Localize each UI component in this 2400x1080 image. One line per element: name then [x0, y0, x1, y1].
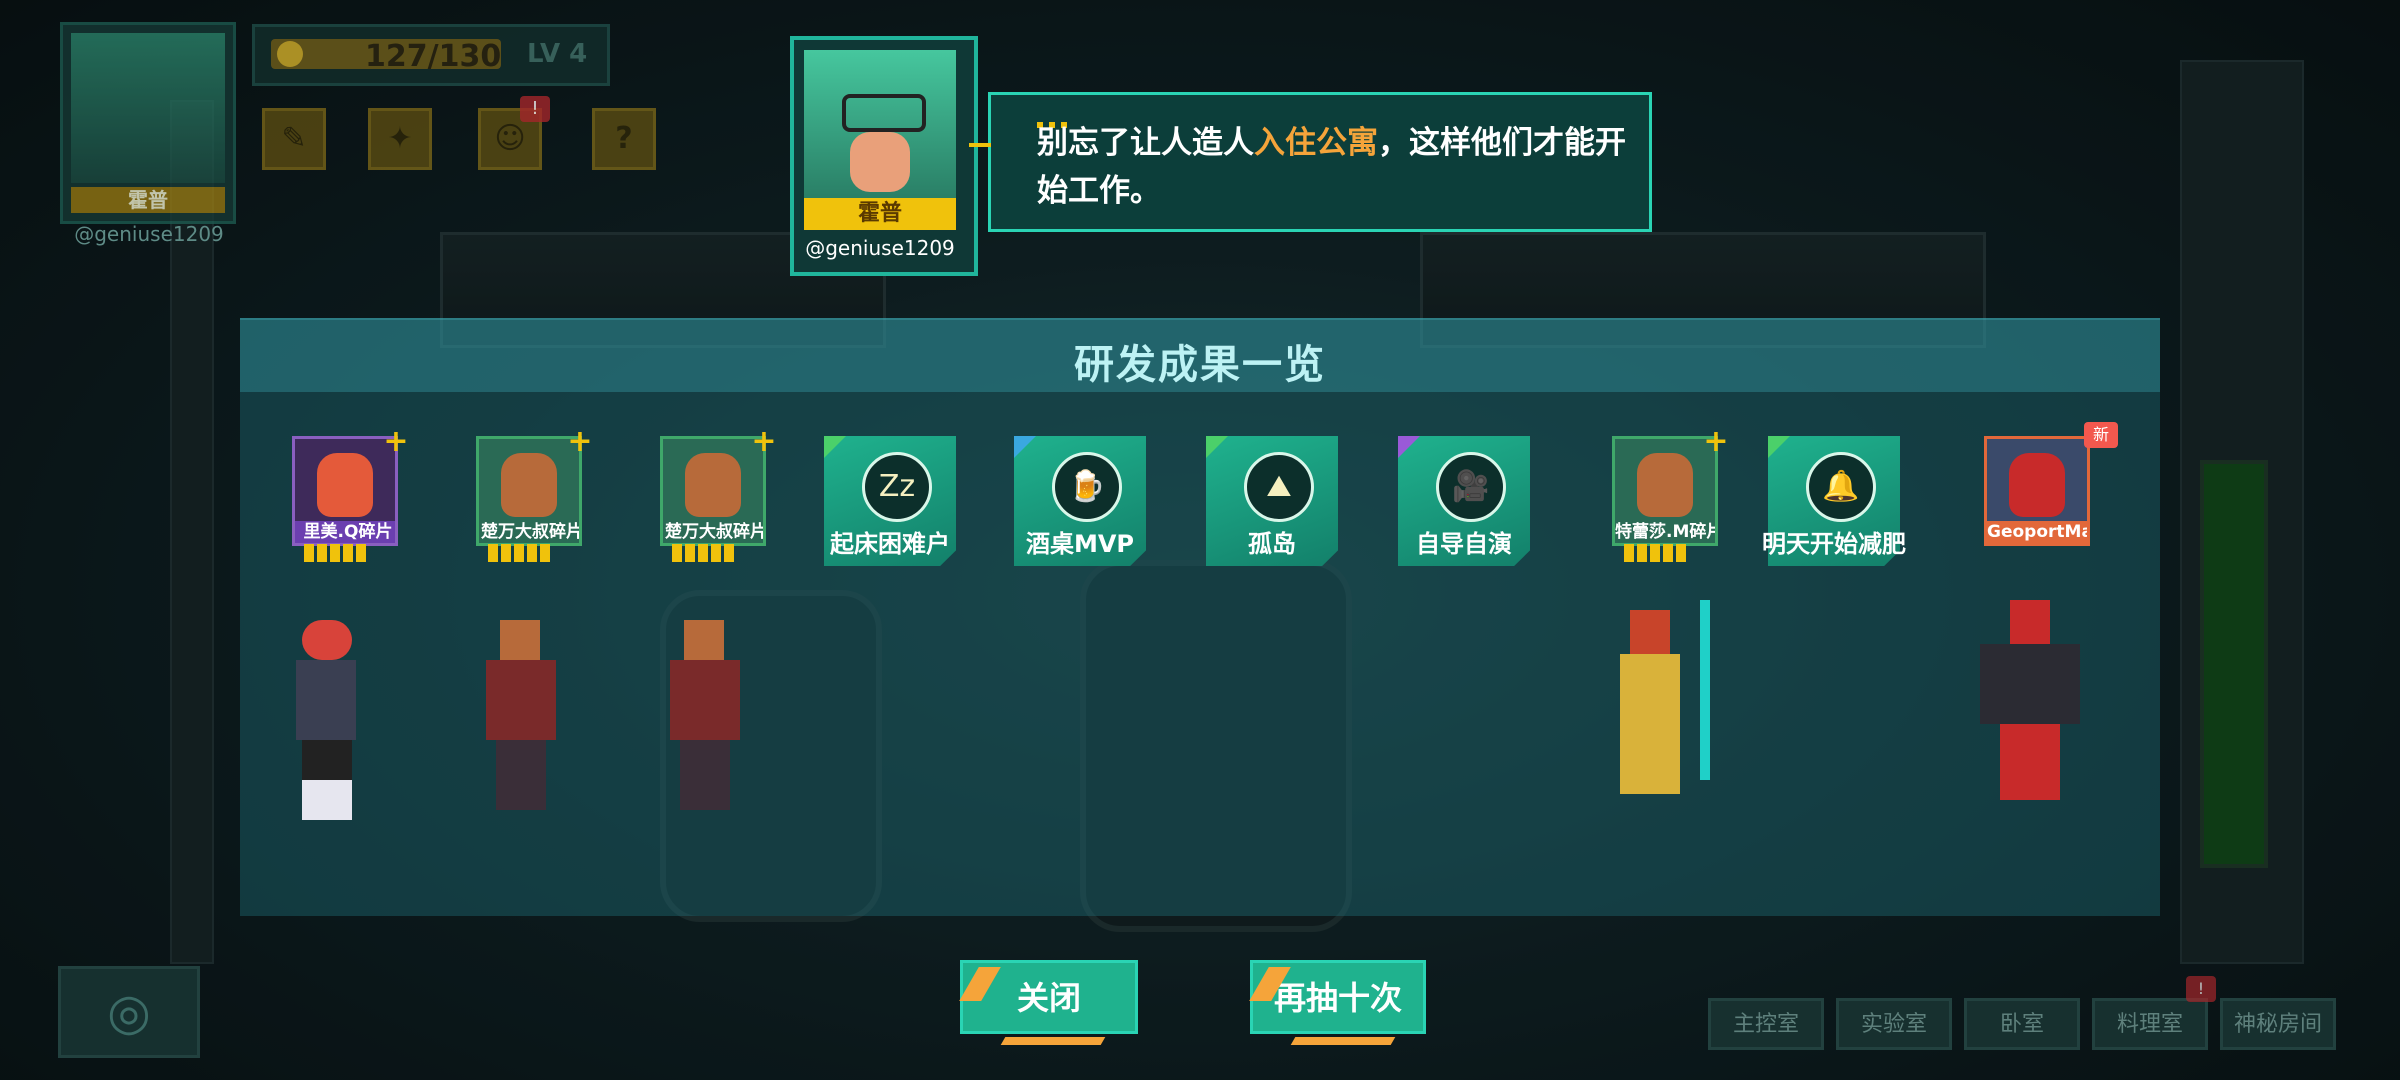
character-face — [685, 453, 741, 517]
result-item-card[interactable]: Zz 起床困难户 — [824, 436, 956, 568]
player-name: 霍普 — [71, 187, 225, 213]
speaker-portrait: 霍普 @geniuse1209 — [790, 36, 978, 276]
notes-icon: ✎ — [281, 121, 307, 156]
figure-chuwan-2 — [664, 620, 740, 810]
close-button[interactable]: 关闭 — [959, 960, 1138, 1045]
smiley-icon: ☺ — [494, 121, 526, 156]
fragment-progress — [304, 544, 369, 562]
item-label: 孤岛 — [1248, 530, 1296, 558]
movie-camera-icon: 🎥 — [1436, 452, 1506, 522]
result-item-card[interactable]: 🎥 自导自演 — [1398, 436, 1530, 568]
flashlight-button[interactable]: ✦ — [368, 108, 432, 170]
result-character-card[interactable]: 特蕾莎.M碎片 + — [1612, 427, 1742, 568]
figure-teresa — [1620, 600, 1710, 794]
button-underline — [1290, 1037, 1396, 1045]
fragment-progress — [488, 544, 553, 562]
character-label: 里美.Q碎片 — [295, 521, 395, 543]
question-icon: ? — [615, 121, 633, 156]
room-notification-badge: ! — [2186, 976, 2216, 1002]
item-label: 起床困难户 — [830, 530, 950, 558]
dialog-text-before: 别忘了让人造人 — [1037, 125, 1254, 161]
energy-meter: 127/130 LV 4 — [252, 24, 610, 86]
figure-geoportman — [1980, 600, 2080, 800]
character-face — [1637, 453, 1693, 517]
dialog-bubble[interactable]: 别忘了让人造人入住公寓，这样他们才能开始工作。 — [969, 92, 1652, 232]
character-face — [317, 453, 373, 517]
beer-mug-icon: 🍺 — [1052, 452, 1122, 522]
figure-chuwan-1 — [480, 620, 556, 810]
speaker-avatar — [804, 50, 956, 198]
level-label: LV — [527, 39, 561, 69]
character-label: 楚万大叔碎片 — [481, 522, 582, 542]
smiley-icon — [277, 41, 303, 67]
player-avatar — [71, 33, 225, 183]
fragment-progress — [672, 544, 737, 562]
result-character-card[interactable]: 楚万大叔碎片 + — [660, 427, 790, 568]
upgrade-plus-icon: + — [1703, 424, 1729, 459]
energy-value: 127/130 — [365, 39, 502, 74]
character-label: 楚万大叔碎片 — [665, 522, 766, 542]
figure-satomi — [290, 620, 356, 820]
result-character-card[interactable]: 楚万大叔碎片 + — [476, 427, 606, 568]
speaker-name: 霍普 — [804, 198, 956, 230]
new-badge: 新 — [2084, 422, 2118, 448]
room-tab[interactable]: 主控室 — [1708, 998, 1824, 1050]
draw-ten-again-button[interactable]: 再抽十次 — [1249, 960, 1426, 1045]
face-shape — [850, 132, 910, 192]
help-button[interactable]: ? — [592, 108, 656, 170]
room-tab[interactable]: 实验室 — [1836, 998, 1952, 1050]
player-portrait[interactable]: 霍普 — [60, 22, 236, 224]
button-accent — [959, 967, 1001, 1001]
upgrade-plus-icon: + — [567, 424, 593, 459]
glasses-icon — [842, 94, 926, 132]
results-panel: 研发成果一览 里美.Q碎片 + 楚万大叔碎片 + 楚万大叔碎片 + Zz 起床困难户 🍺 酒桌MV… — [240, 318, 2160, 916]
upgrade-plus-icon: + — [383, 424, 409, 459]
draw-ten-again-label: 再抽十次 — [1273, 979, 1402, 1017]
character-portrait: GeoportMan — [1984, 436, 2090, 546]
close-button-label: 关闭 — [1016, 979, 1081, 1017]
flashlight-icon: ✦ — [387, 121, 413, 156]
food-cloche-icon: 🔔 — [1806, 452, 1876, 522]
item-label: 明天开始减肥 — [1762, 530, 1906, 558]
globe-icon: ◎ — [107, 983, 151, 1041]
dialog-text-highlight: 入住公寓 — [1254, 125, 1378, 161]
character-label: 特蕾莎.M碎片 — [1615, 522, 1718, 542]
item-label: 自导自演 — [1416, 530, 1512, 558]
character-face — [2009, 453, 2065, 517]
results-title: 研发成果一览 — [1074, 342, 1326, 388]
room-tab[interactable]: 料理室 — [2092, 998, 2208, 1050]
level-display: LV 4 — [527, 39, 587, 69]
character-face — [501, 453, 557, 517]
island-icon: ⛰ — [1244, 452, 1314, 522]
character-label: GeoportMan — [1987, 521, 2087, 543]
room-tab[interactable]: 卧室 — [1964, 998, 2080, 1050]
result-item-card[interactable]: 🍺 酒桌MVP — [1014, 436, 1146, 568]
sleep-pillow-icon: Zz — [862, 452, 932, 522]
dialog-text: 别忘了让人造人入住公寓，这样他们才能开始工作。 — [1037, 119, 1637, 215]
item-label: 酒桌MVP — [1025, 530, 1135, 558]
dialog-pointer — [969, 143, 991, 147]
room-tab[interactable]: 神秘房间 — [2220, 998, 2336, 1050]
result-item-card[interactable]: 🔔 明天开始减肥 — [1762, 436, 1906, 568]
result-item-card[interactable]: ⛰ 孤岛 — [1206, 436, 1338, 568]
level-value: 4 — [569, 39, 588, 69]
fragment-progress — [1624, 544, 1689, 562]
speaker-handle: @geniuse1209 — [805, 236, 955, 260]
notes-button[interactable]: ✎ — [262, 108, 326, 170]
button-underline — [1000, 1037, 1106, 1045]
globe-button[interactable]: ◎ — [58, 966, 200, 1058]
result-character-card[interactable]: GeoportMan 新 — [1984, 422, 2118, 568]
notification-badge: ! — [520, 96, 550, 122]
player-handle: @geniuse1209 — [74, 222, 224, 246]
upgrade-plus-icon: + — [751, 424, 777, 459]
result-character-card[interactable]: 里美.Q碎片 + — [292, 427, 422, 568]
